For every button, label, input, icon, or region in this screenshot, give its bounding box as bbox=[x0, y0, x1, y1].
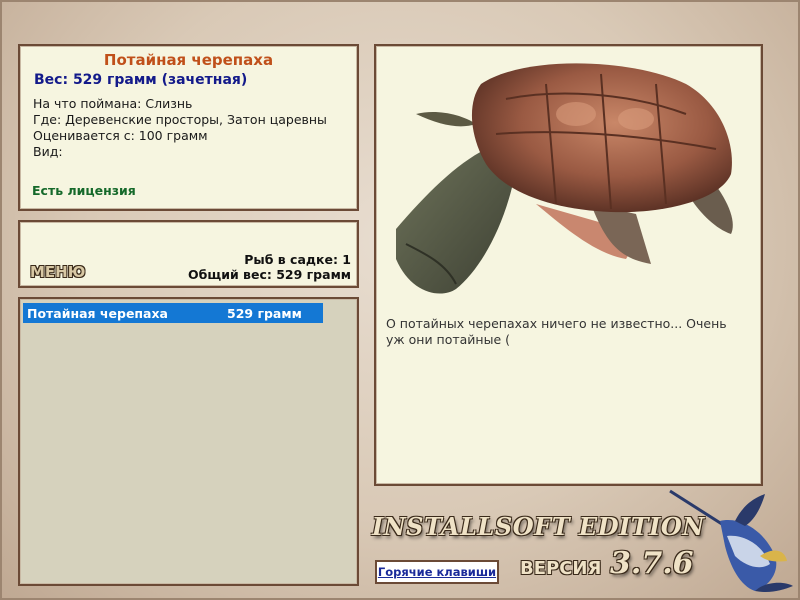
marlin-logo bbox=[669, 489, 793, 593]
menu-panel: МЕНЮ Рыб в садке: 1 Общий вес: 529 грамм bbox=[18, 220, 359, 288]
location: Где: Деревенские просторы, Затон царевны bbox=[33, 112, 327, 127]
fish-description: О потайных черепахах ничего не известно.… bbox=[386, 316, 727, 347]
fish-count: Рыб в садке: 1 bbox=[244, 252, 351, 267]
total-weight: Общий вес: 529 грамм bbox=[188, 267, 351, 282]
caught-on: На что поймана: Слизнь bbox=[33, 96, 193, 111]
turtle-image bbox=[396, 63, 733, 294]
hotkeys-button[interactable]: Горячие клавиши bbox=[375, 560, 499, 584]
catch-list[interactable]: Потайная черепаха 529 грамм bbox=[18, 297, 359, 586]
fish-image-panel: О потайных черепахах ничего не известно.… bbox=[374, 44, 763, 486]
fish-weight: Вес: 529 грамм (зачетная) bbox=[34, 72, 248, 88]
license-status: Есть лицензия bbox=[32, 183, 136, 198]
edition-logo: INSTALLSOFT EDITION bbox=[372, 512, 705, 541]
menu-button[interactable]: МЕНЮ bbox=[30, 263, 85, 281]
fish-kind: Вид: bbox=[33, 144, 63, 159]
fish-info-panel: Потайная черепаха Вес: 529 грамм (зачетн… bbox=[18, 44, 359, 211]
list-item[interactable]: Потайная черепаха 529 грамм bbox=[23, 303, 323, 323]
version-label: ВЕРСИЯ bbox=[520, 558, 602, 579]
fish-title: Потайная черепаха bbox=[103, 51, 274, 69]
list-item-name: Потайная черепаха bbox=[27, 306, 168, 321]
list-item-weight: 529 грамм bbox=[227, 306, 302, 321]
valued-from: Оценивается с: 100 грамм bbox=[33, 128, 208, 143]
